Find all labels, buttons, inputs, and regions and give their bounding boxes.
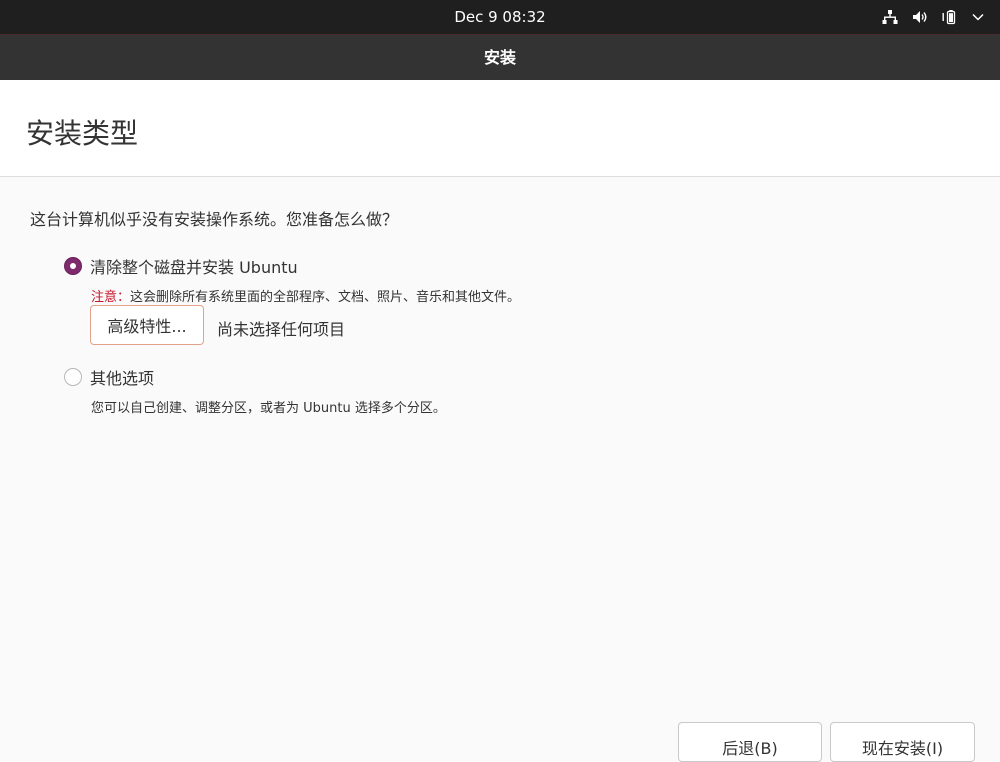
- erase-disk-warning: 注意：这会删除所有系统里面的全部程序、文档、照片、音乐和其他文件。: [91, 286, 520, 305]
- battery-icon[interactable]: [942, 9, 958, 25]
- advanced-features-button[interactable]: 高级特性...: [90, 305, 204, 345]
- option-erase-disk[interactable]: 清除整个磁盘并安装 Ubuntu: [64, 254, 298, 278]
- install-now-button[interactable]: 现在安装(I): [830, 722, 975, 762]
- clock[interactable]: Dec 9 08:32: [0, 0, 1000, 34]
- option-erase-disk-label[interactable]: 清除整个磁盘并安装 Ubuntu: [90, 254, 298, 278]
- warning-prefix: 注意：: [91, 290, 131, 305]
- radio-erase-disk[interactable]: [64, 257, 82, 275]
- window-title: 安装: [483, 48, 516, 67]
- radio-something-else[interactable]: [64, 368, 82, 386]
- warning-text: 这会删除所有系统里面的全部程序、文档、照片、音乐和其他文件。: [130, 290, 521, 305]
- volume-icon[interactable]: [912, 10, 928, 24]
- option-something-else[interactable]: 其他选项: [64, 365, 154, 389]
- network-icon[interactable]: [882, 10, 898, 24]
- page-header: 安装类型: [0, 80, 1000, 177]
- system-tray[interactable]: [882, 0, 984, 34]
- advanced-features-status: 尚未选择任何项目: [217, 320, 346, 339]
- chevron-down-icon[interactable]: [972, 13, 984, 21]
- system-top-bar: Dec 9 08:32: [0, 0, 1000, 34]
- page-title: 安装类型: [26, 117, 139, 150]
- something-else-description: 您可以自己创建、调整分区，或者为 Ubuntu 选择多个分区。: [91, 401, 446, 416]
- window-title-bar: 安装: [0, 34, 1000, 80]
- option-something-else-label[interactable]: 其他选项: [90, 365, 154, 389]
- install-question: 这台计算机似乎没有安装操作系统。您准备怎么做？: [30, 210, 399, 229]
- back-button[interactable]: 后退(B): [678, 722, 822, 762]
